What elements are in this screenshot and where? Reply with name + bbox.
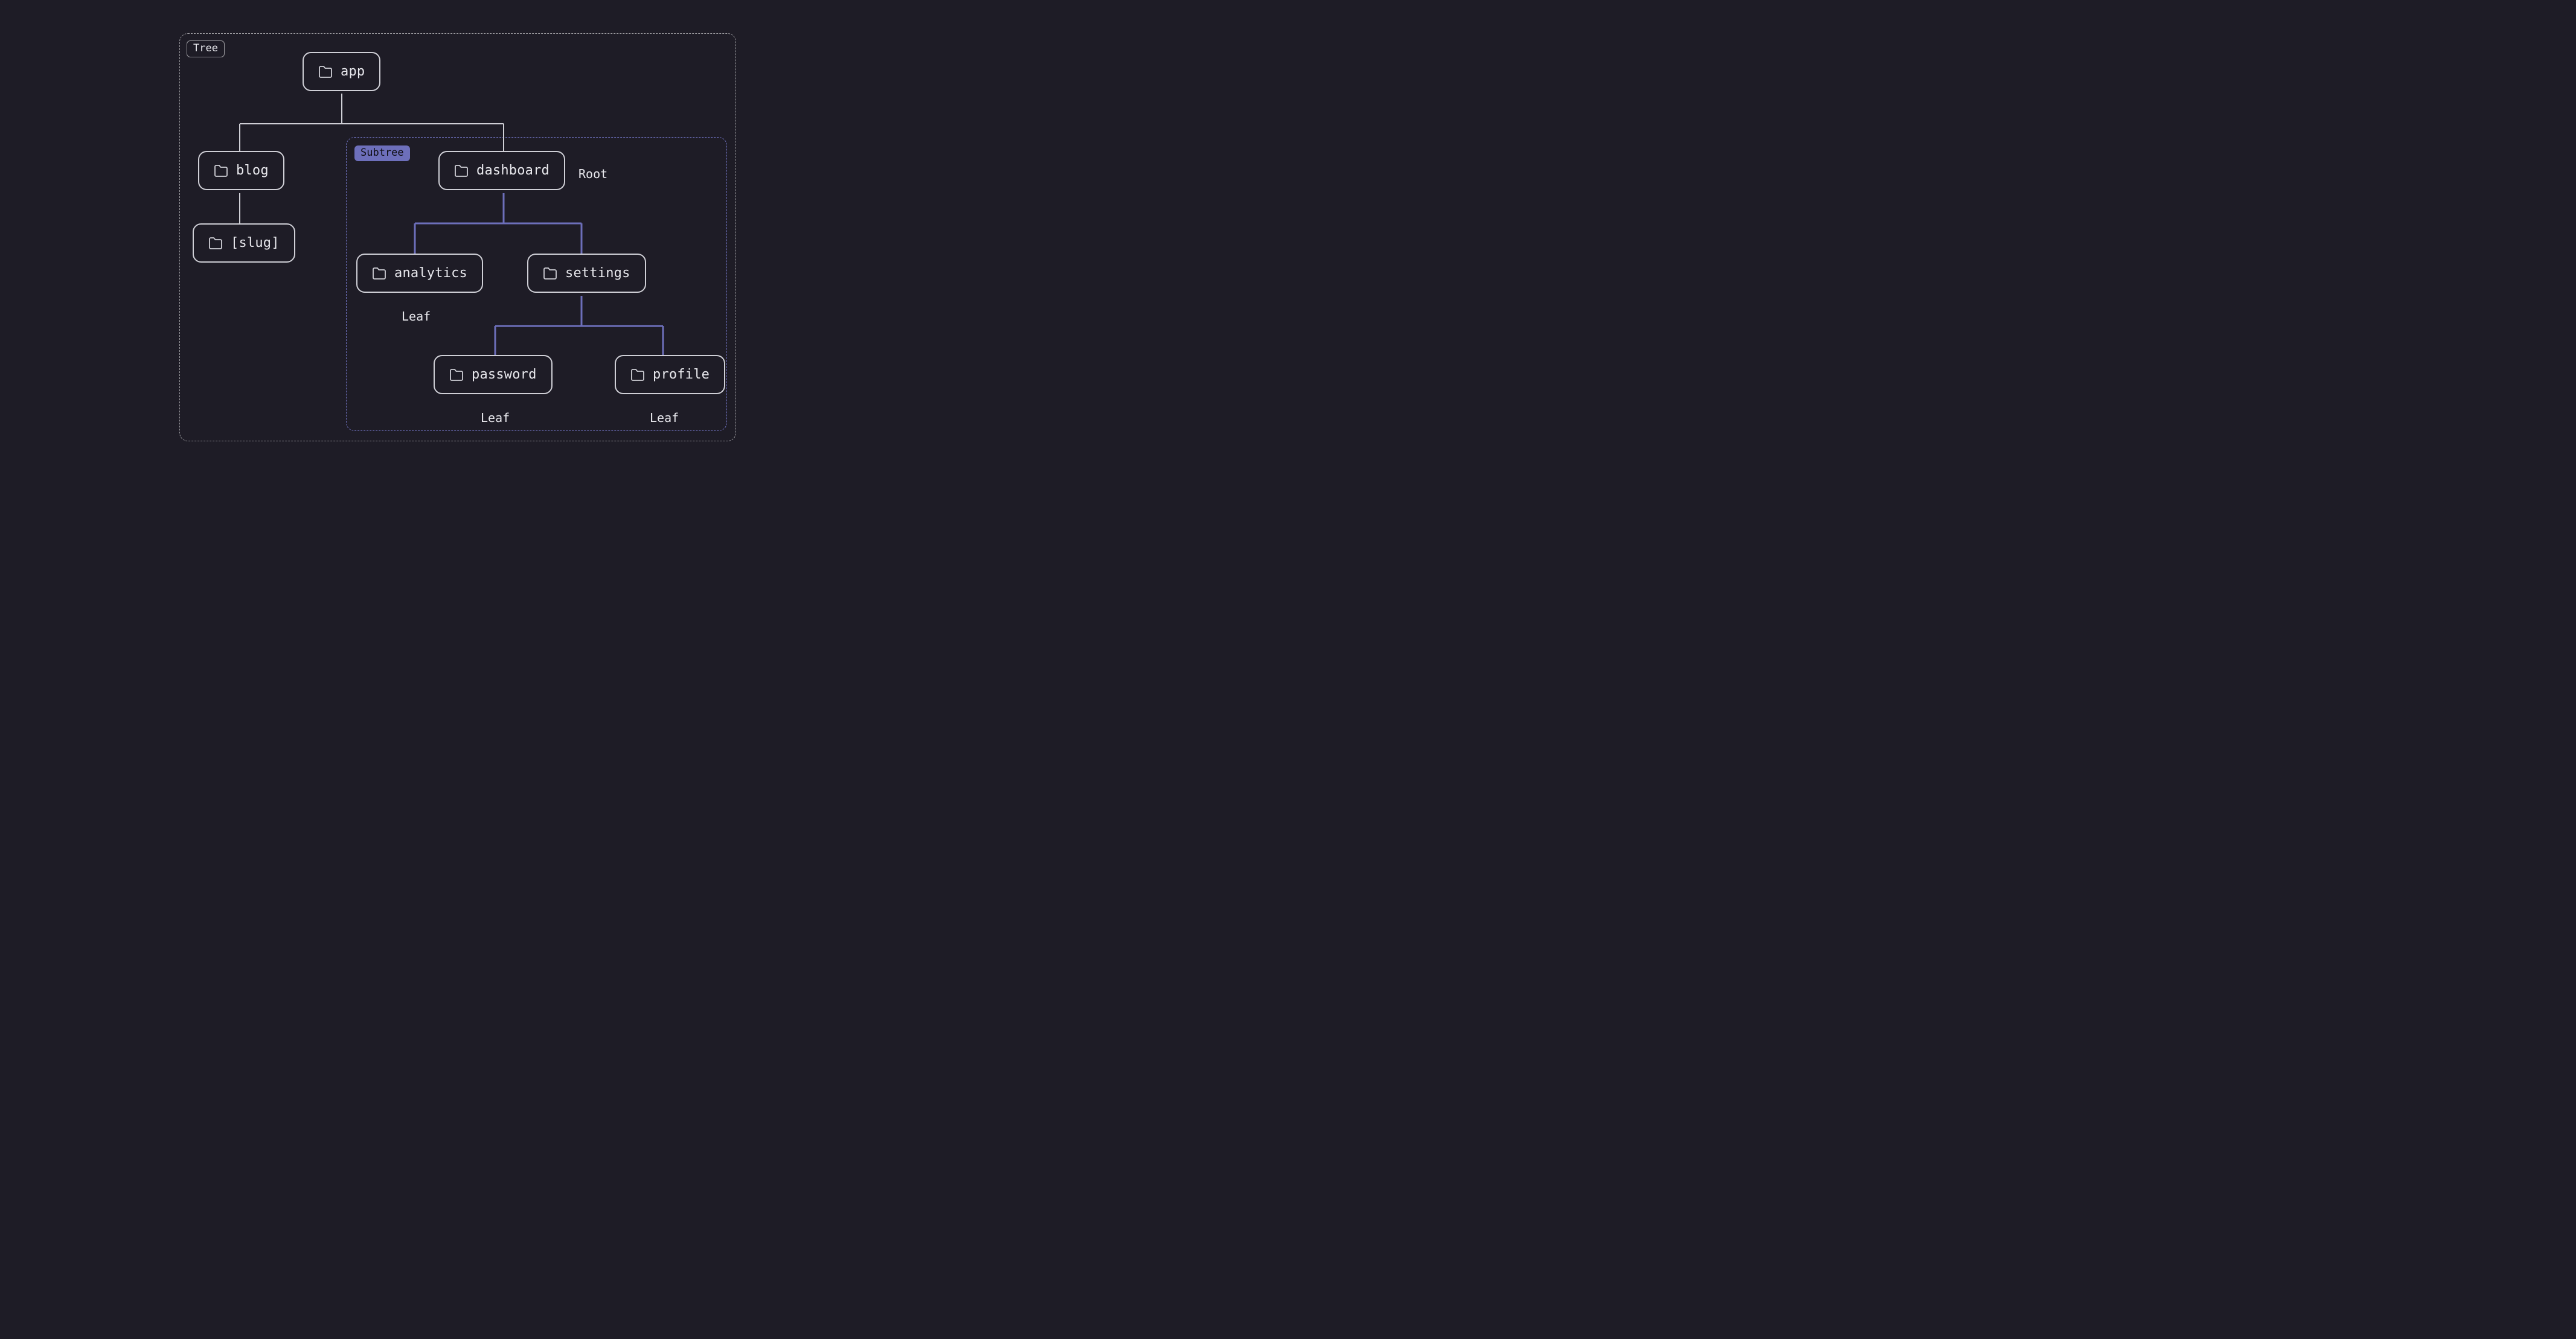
annotation-leaf-password: Leaf [481, 411, 510, 425]
node-label: [slug] [231, 235, 280, 251]
folder-icon [372, 267, 386, 280]
node-label: analytics [394, 266, 467, 281]
node-dashboard: dashboard [438, 151, 565, 190]
node-label: blog [236, 163, 269, 178]
folder-icon [208, 237, 223, 249]
folder-icon [214, 165, 228, 177]
node-profile: profile [615, 355, 725, 394]
node-label: app [341, 64, 365, 79]
node-analytics: analytics [356, 254, 483, 293]
node-password: password [434, 355, 553, 394]
folder-icon [454, 165, 469, 177]
annotation-leaf-analytics: Leaf [402, 309, 431, 324]
node-label: dashboard [476, 163, 549, 178]
node-slug: [slug] [193, 223, 295, 263]
folder-icon [543, 267, 557, 280]
node-label: password [472, 367, 537, 382]
annotation-leaf-profile: Leaf [650, 411, 679, 425]
tree-frame-label: Tree [187, 40, 225, 57]
subtree-frame-label: Subtree [354, 145, 410, 161]
node-label: settings [565, 266, 630, 281]
node-blog: blog [198, 151, 284, 190]
diagram-canvas: Tree Subtree app blog [slug] dashboard a… [0, 0, 913, 475]
node-app: app [303, 52, 380, 91]
folder-icon [318, 66, 333, 78]
node-label: profile [653, 367, 710, 382]
node-settings: settings [527, 254, 646, 293]
annotation-root: Root [578, 167, 607, 181]
folder-icon [630, 369, 645, 381]
folder-icon [449, 369, 464, 381]
